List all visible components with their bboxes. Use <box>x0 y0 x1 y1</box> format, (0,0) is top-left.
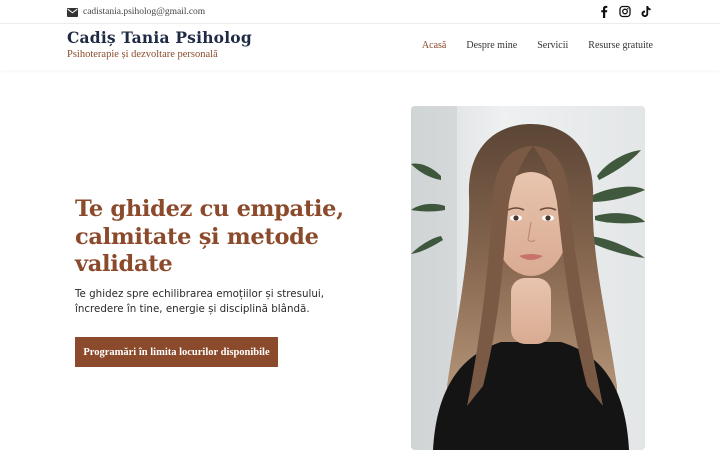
brand-title: Cadiș Tania Psiholog <box>67 28 252 47</box>
nav-item-resurse-gratuite[interactable]: Resurse gratuite <box>588 40 653 51</box>
portrait-photo <box>411 106 645 450</box>
email-text: cadistania.psiholog@gmail.com <box>83 7 206 17</box>
tiktok-icon[interactable] <box>640 5 652 18</box>
social-links <box>598 5 652 18</box>
top-bar: cadistania.psiholog@gmail.com <box>0 0 720 24</box>
nav-item-despre-mine[interactable]: Despre mine <box>466 40 517 51</box>
portrait-illustration <box>411 106 645 450</box>
brand[interactable]: Cadiș Tania Psiholog Psihoterapie și dez… <box>67 28 252 60</box>
facebook-icon[interactable] <box>598 5 610 18</box>
envelope-icon <box>67 7 78 17</box>
brand-subtitle: Psihoterapie și dezvoltare personală <box>67 49 218 60</box>
site-header: Cadiș Tania Psiholog Psihoterapie și dez… <box>0 24 720 70</box>
hero-title: Te ghidez cu empatie, calmitate și metod… <box>75 196 344 277</box>
instagram-icon[interactable] <box>619 5 631 18</box>
appointments-button[interactable]: Programări în limita locurilor disponibi… <box>75 337 278 367</box>
main-nav: Acasă Despre mine Servicii Resurse gratu… <box>422 40 653 51</box>
contact-email[interactable]: cadistania.psiholog@gmail.com <box>67 6 205 18</box>
nav-item-servicii[interactable]: Servicii <box>537 40 568 51</box>
hero-text: Te ghidez spre echilibrarea emoțiilor și… <box>75 288 324 315</box>
nav-item-acasa[interactable]: Acasă <box>422 40 446 51</box>
